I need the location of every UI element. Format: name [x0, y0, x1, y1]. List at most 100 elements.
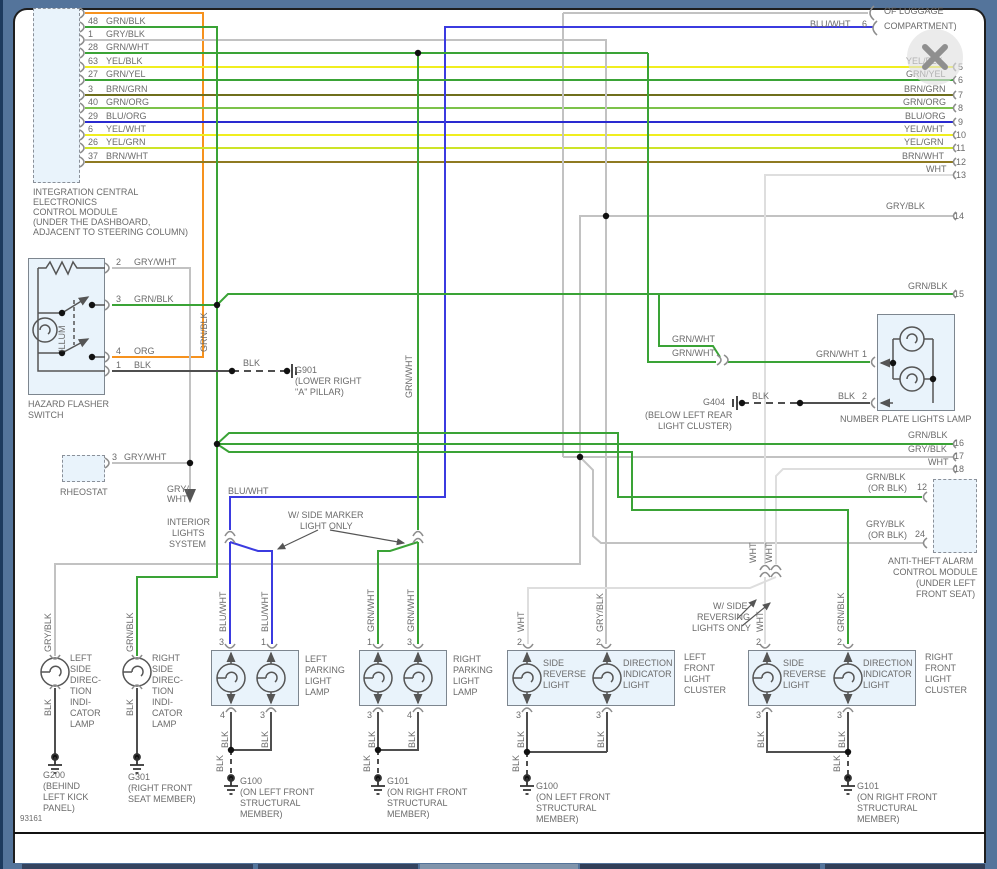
llamp-cap-7: LAMP — [70, 719, 95, 729]
rc-grnblk-label: GRN/BLK — [836, 592, 846, 632]
lp-b3-label: BLK — [260, 731, 270, 748]
llamp-blk-label: BLK — [43, 699, 53, 716]
bluwht-label: BLU/WHT — [228, 486, 269, 496]
icm-pin-29: 29 — [88, 111, 98, 121]
llamp-cap-3: DIREC- — [70, 675, 101, 685]
rpk-caption-1: RIGHT — [453, 654, 481, 664]
lp-pin3-label: BLU/WHT — [218, 592, 228, 633]
icm-wire-26: YEL/GRN — [106, 137, 146, 147]
hz-pin-1: 1 — [116, 360, 121, 370]
grnwht-vert-label: GRN/WHT — [404, 355, 414, 398]
rp10-label: YEL/WHT — [904, 124, 944, 134]
g100b-loc-1: (ON LEFT FRONT — [536, 792, 610, 802]
g100b-loc-2: STRUCTURAL — [536, 803, 597, 813]
np-pin2-num: 2 — [862, 391, 867, 401]
g101a-loc-1: (ON RIGHT FRONT — [387, 787, 467, 797]
icm-pin-63: 63 — [88, 56, 98, 66]
g901-name: G901 — [295, 365, 317, 375]
rp16-label: GRN/BLK — [908, 430, 948, 440]
lc-bulb1-1: SIDE — [543, 658, 564, 668]
rc-bulb1-3: LIGHT — [783, 680, 810, 690]
hz-caption-2: SWITCH — [28, 410, 64, 420]
lc-gryblk-num: 2 — [596, 637, 601, 647]
rp18-num: 18 — [954, 464, 964, 474]
g101a-loc-3: MEMBER) — [387, 809, 430, 819]
close-button[interactable] — [907, 29, 963, 85]
icm-wire-3: BRN/GRN — [106, 84, 148, 94]
luggage-caption-2: COMPARTMENT) — [884, 21, 957, 31]
g101b-loc-3: MEMBER) — [857, 814, 900, 824]
rc-b3b-num: 3 — [837, 710, 842, 720]
np-pin1-num: 1 — [862, 349, 867, 359]
interior-1: INTERIOR — [167, 517, 210, 527]
rc-caption-2: FRONT — [925, 663, 956, 673]
icm-caption-1: INTEGRATION CENTRAL — [33, 187, 138, 197]
rp18-label: WHT — [928, 457, 949, 467]
rp6-num: 6 — [958, 75, 963, 85]
lp-caption-1: LEFT — [305, 654, 327, 664]
rpk-gnd-blk: BLK — [362, 755, 372, 772]
at24-num: 24 — [915, 529, 925, 539]
rc-caption-4: CLUSTER — [925, 685, 967, 695]
g901-loc-2: "A" PILLAR) — [295, 387, 344, 397]
luggage-wire-label: BLU/WHT — [810, 19, 851, 29]
bottom-cell-3 — [420, 864, 578, 869]
rc-bulb1-2: REVERSE — [783, 669, 826, 679]
g200-loc-2: LEFT KICK — [43, 792, 88, 802]
side-rev-note-3: LIGHTS ONLY — [692, 623, 751, 633]
lc-wht-num: 2 — [517, 637, 522, 647]
rp17-label: GRY/BLK — [908, 444, 947, 454]
at24-label1: GRY/BLK — [866, 519, 905, 529]
icm-wire-40: GRN/ORG — [106, 97, 149, 107]
g901-loc-1: (LOWER RIGHT — [295, 376, 362, 386]
side-marker-2: LIGHT ONLY — [300, 521, 353, 531]
rp9-num: 9 — [958, 117, 963, 127]
luggage-caption-1: OF LUGGAGE — [884, 6, 944, 16]
lc-caption-2: FRONT — [684, 663, 715, 673]
llamp-cap-2: SIDE — [70, 664, 91, 674]
luggage-pin-6: 6 — [862, 19, 867, 29]
g101b-loc-2: STRUCTURAL — [857, 803, 918, 813]
hz-wire-3: GRN/BLK — [134, 294, 174, 304]
rheo-pin-3: 3 — [112, 452, 117, 462]
lp-gnd-blk: BLK — [215, 755, 225, 772]
interior-2: LIGHTS — [172, 528, 205, 538]
hz-wire-4: ORG — [134, 346, 155, 356]
rpk-b3-num: 3 — [367, 710, 372, 720]
rp13-label: WHT — [926, 164, 947, 174]
lc-bulb2-2: INDICATOR — [623, 669, 672, 679]
g100a-loc-2: STRUCTURAL — [240, 798, 301, 808]
icm-pin-6: 6 — [88, 124, 93, 134]
lc-bulb1-2: REVERSE — [543, 669, 586, 679]
g100a-loc-3: MEMBER) — [240, 809, 283, 819]
illum-label: ILLUM — [57, 325, 67, 352]
icm-pin-28: 28 — [88, 42, 98, 52]
at12-num: 12 — [917, 482, 927, 492]
icm-pin-26: 26 — [88, 137, 98, 147]
wht-arc-label-2: WHT — [764, 543, 774, 564]
at24-label2: (OR BLK) — [868, 530, 907, 540]
icm-wire-48: GRN/BLK — [106, 16, 146, 26]
rpk-pin1-label: GRN/WHT — [366, 589, 376, 632]
lp-b4-num: 4 — [220, 710, 225, 720]
g101a-loc-2: STRUCTURAL — [387, 798, 448, 808]
llamp-cap-6: CATOR — [70, 708, 101, 718]
side-rev-note-2: REVERSING — [697, 612, 750, 622]
g901-wire-label: BLK — [243, 358, 260, 368]
rlamp-cap-5: INDI- — [152, 697, 173, 707]
g100b-name: G100 — [536, 781, 558, 791]
rc-wht-label: WHT — [755, 612, 765, 633]
rc-b3a-num: 3 — [756, 710, 761, 720]
rlamp-cap-1: RIGHT — [152, 653, 180, 663]
g100b-loc-3: MEMBER) — [536, 814, 579, 824]
rc-wht-num: 2 — [756, 637, 761, 647]
lp-caption-2: PARKING — [305, 665, 345, 675]
hz-wire-1: BLK — [134, 360, 151, 370]
icm-pin-27: 27 — [88, 69, 98, 79]
llamp-cap-4: TION — [70, 686, 92, 696]
right-parking-light-lamp-box — [359, 650, 447, 706]
window-left-edge — [0, 0, 3, 869]
rc-bulb2-2: INDICATOR — [863, 669, 912, 679]
side-marker-1: W/ SIDE MARKER — [288, 510, 364, 520]
lc-bulb1-3: LIGHT — [543, 680, 570, 690]
